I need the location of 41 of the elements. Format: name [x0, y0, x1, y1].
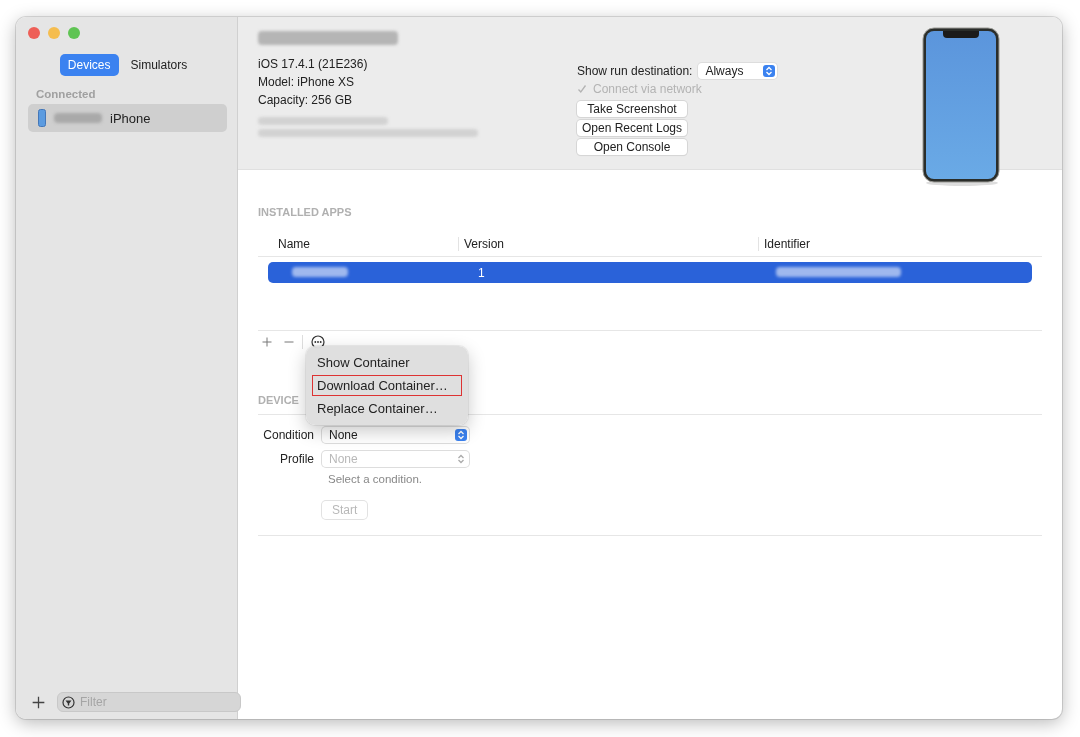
device-item[interactable]: iPhone: [28, 104, 227, 132]
device-info: Capacity: 256 GB: [258, 93, 354, 107]
stepper-icon: [455, 453, 467, 465]
menu-item[interactable]: Show Container: [312, 352, 462, 373]
action-button[interactable]: Take Screenshot: [577, 101, 687, 117]
stepper-icon: [455, 429, 467, 441]
device-name: iPhone: [110, 110, 151, 126]
minimize-button[interactable]: [48, 27, 60, 39]
column-header[interactable]: Name: [258, 237, 458, 251]
redacted-block: [54, 113, 102, 123]
filter-icon: [62, 696, 75, 709]
app-row[interactable]: 1: [268, 262, 1032, 283]
section-title: DEVICE: [258, 394, 299, 406]
destination-popup[interactable]: Always: [698, 63, 778, 79]
zoom-button[interactable]: [68, 27, 80, 39]
checkbox-label: Connect via network: [593, 82, 702, 96]
hint-text: Select a condition.: [327, 473, 423, 485]
sidebar-tab[interactable]: Simulators: [122, 54, 196, 76]
menu-item[interactable]: Replace Container…: [312, 398, 462, 419]
device-info: Model: iPhone XS: [258, 75, 356, 89]
condition-popup[interactable]: None: [322, 427, 469, 443]
sidebar-tab[interactable]: Devices: [59, 54, 119, 76]
more-icon[interactable]: [311, 335, 325, 349]
field-label: Profile: [279, 452, 314, 466]
plus-icon: [32, 695, 45, 709]
device-info: iOS 17.4.1 (21E236): [258, 57, 369, 71]
field-label: Show run destination:: [577, 64, 693, 78]
action-button[interactable]: Open Console: [577, 139, 687, 155]
column-header[interactable]: Version: [458, 237, 758, 251]
action-button[interactable]: Open Recent Logs: [577, 120, 687, 136]
menu-item[interactable]: Download Container…: [312, 375, 462, 396]
section-header: Connected: [36, 88, 97, 100]
column-header[interactable]: Identifier: [758, 237, 1042, 251]
stepper-icon: [763, 65, 776, 77]
plus-icon: [262, 337, 272, 347]
redacted-block: [292, 266, 348, 277]
phone-icon: [38, 109, 46, 127]
section-title: INSTALLED APPS: [258, 206, 352, 218]
field-label: Condition: [262, 428, 314, 442]
table-cell-text: 1: [477, 265, 486, 280]
close-button[interactable]: [28, 27, 40, 39]
